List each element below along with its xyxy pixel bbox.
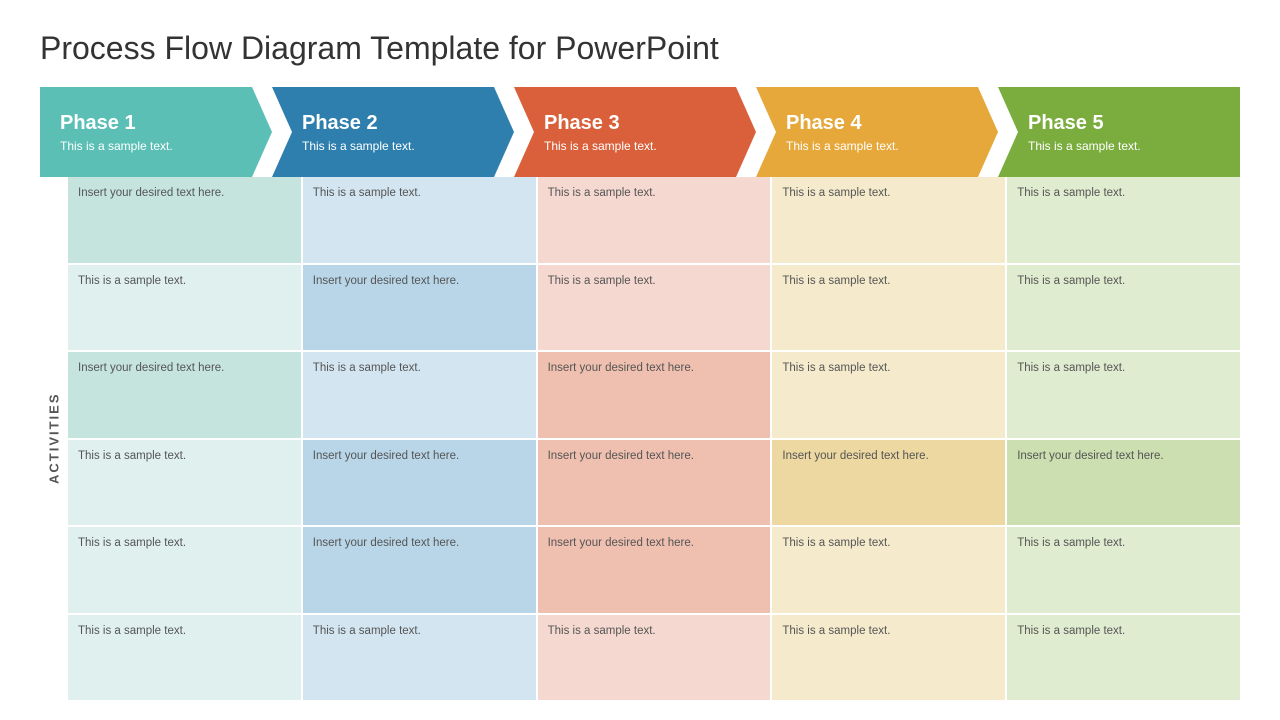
grid-cell-3-6: This is a sample text.: [538, 615, 771, 701]
phase-header-2: Phase 2 This is a sample text.: [272, 87, 514, 177]
phase-desc-2: This is a sample text.: [302, 139, 494, 153]
phase-desc-1: This is a sample text.: [60, 139, 252, 153]
grid-cell-2-6: This is a sample text.: [303, 615, 536, 701]
grid-cell-2-2: Insert your desired text here.: [303, 265, 536, 351]
grid-cell-3-4: Insert your desired text here.: [538, 440, 771, 526]
phase-header-row: Phase 1 This is a sample text. Phase 2 This…: [40, 87, 1240, 177]
activities-label: ACTIVITIES: [40, 177, 68, 700]
phase-header-3: Phase 3 This is a sample text.: [514, 87, 756, 177]
grid-cell-3-3: Insert your desired text here.: [538, 352, 771, 438]
phase-header-4: Phase 4 This is a sample text.: [756, 87, 998, 177]
grid-cell-4-2: This is a sample text.: [772, 265, 1005, 351]
grid-cell-5-4: Insert your desired text here.: [1007, 440, 1240, 526]
grid-cell-3-2: This is a sample text.: [538, 265, 771, 351]
grid-col-5: This is a sample text.This is a sample t…: [1007, 177, 1240, 700]
phase-name-3: Phase 3: [544, 112, 736, 135]
grid-cell-1-1: Insert your desired text here.: [68, 177, 301, 263]
grid-cell-4-4: Insert your desired text here.: [772, 440, 1005, 526]
page-title: Process Flow Diagram Template for PowerP…: [40, 30, 1240, 67]
grid-cell-2-5: Insert your desired text here.: [303, 527, 536, 613]
grid-col-1: Insert your desired text here.This is a …: [68, 177, 301, 700]
phase-name-4: Phase 4: [786, 112, 978, 135]
phase-name-5: Phase 5: [1028, 112, 1220, 135]
grid-cell-1-3: Insert your desired text here.: [68, 352, 301, 438]
phase-header-5: Phase 5 This is a sample text.: [998, 87, 1240, 177]
grid-cell-1-4: This is a sample text.: [68, 440, 301, 526]
grid-cell-1-5: This is a sample text.: [68, 527, 301, 613]
phase-desc-4: This is a sample text.: [786, 139, 978, 153]
grid-cell-3-5: Insert your desired text here.: [538, 527, 771, 613]
grid-cell-5-2: This is a sample text.: [1007, 265, 1240, 351]
grid-col-4: This is a sample text.This is a sample t…: [772, 177, 1005, 700]
grid-cell-5-5: This is a sample text.: [1007, 527, 1240, 613]
phase-header-1: Phase 1 This is a sample text.: [40, 87, 272, 177]
grid-cell-1-6: This is a sample text.: [68, 615, 301, 701]
grid-cell-2-4: Insert your desired text here.: [303, 440, 536, 526]
grid-cell-4-1: This is a sample text.: [772, 177, 1005, 263]
phase-name-1: Phase 1: [60, 112, 252, 135]
phase-desc-3: This is a sample text.: [544, 139, 736, 153]
grid-cell-5-1: This is a sample text.: [1007, 177, 1240, 263]
grid-cell-4-3: This is a sample text.: [772, 352, 1005, 438]
phase-desc-5: This is a sample text.: [1028, 139, 1220, 153]
diagram-container: Phase 1 This is a sample text. Phase 2 This…: [40, 87, 1240, 700]
grid-cell-3-1: This is a sample text.: [538, 177, 771, 263]
grid-cell-2-1: This is a sample text.: [303, 177, 536, 263]
grid-cell-4-5: This is a sample text.: [772, 527, 1005, 613]
phase-name-2: Phase 2: [302, 112, 494, 135]
grid-cell-2-3: This is a sample text.: [303, 352, 536, 438]
grid-cell-4-6: This is a sample text.: [772, 615, 1005, 701]
grid-col-2: This is a sample text.Insert your desire…: [303, 177, 536, 700]
grid-cell-1-2: This is a sample text.: [68, 265, 301, 351]
grid-cell-5-6: This is a sample text.: [1007, 615, 1240, 701]
grid-table: Insert your desired text here.This is a …: [68, 177, 1240, 700]
activities-grid: ACTIVITIES Insert your desired text here…: [40, 177, 1240, 700]
grid-col-3: This is a sample text.This is a sample t…: [538, 177, 771, 700]
grid-cell-5-3: This is a sample text.: [1007, 352, 1240, 438]
